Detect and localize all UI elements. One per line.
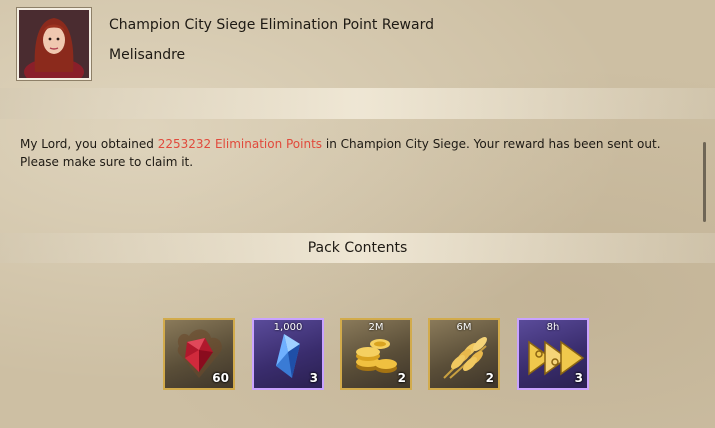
mail-message: My Lord, you obtained 2253232 Eliminatio… (20, 135, 695, 171)
pack-items: 60 1,000 3 2M 2 6M 2 8h 3 (163, 318, 593, 392)
mail-title: Champion City Siege Elimination Point Re… (109, 17, 434, 33)
mail-header: Champion City Siege Elimination Point Re… (0, 0, 715, 88)
sender-avatar[interactable] (17, 8, 91, 80)
item-count: 3 (574, 371, 583, 385)
item-count: 3 (309, 371, 318, 385)
pack-item-wheat[interactable]: 6M 2 (428, 318, 500, 390)
message-scrollbar[interactable] (703, 142, 706, 222)
message-prefix: My Lord, you obtained (20, 137, 158, 151)
pack-item-gold[interactable]: 2M 2 (340, 318, 412, 390)
elimination-points-highlight: 2253232 Elimination Points (157, 137, 323, 151)
item-count: 60 (212, 371, 229, 385)
header-divider-band (0, 88, 715, 119)
portrait-image (19, 10, 89, 78)
pack-contents-title: Pack Contents (307, 240, 408, 256)
item-count: 2 (397, 371, 406, 385)
pack-item-crystal[interactable]: 1,000 3 (252, 318, 324, 390)
pack-item-speedup[interactable]: 8h 3 (517, 318, 589, 390)
sender-name: Melisandre (109, 47, 186, 63)
pack-item-ruby[interactable]: 60 (163, 318, 235, 390)
item-count: 2 (485, 371, 494, 385)
